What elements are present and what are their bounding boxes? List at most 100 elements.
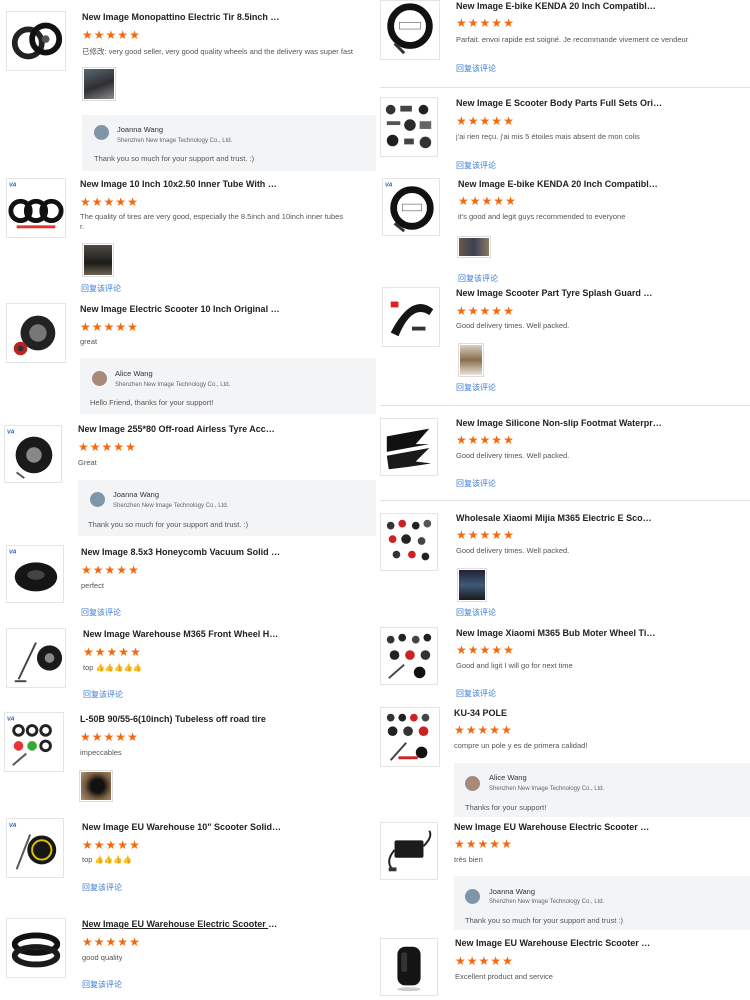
review-product-title[interactable]: New Image EU Warehouse 10" Scooter Solid… [82, 822, 282, 832]
review-text: Excellent product and service [455, 972, 553, 981]
star-rating: ★ ★ ★ ★ ★ [454, 837, 512, 851]
reply-company: Shenzhen New Image Technology Co., Ltd. [115, 382, 231, 388]
star-rating: ★ ★ ★ ★ ★ [82, 935, 140, 949]
product-thumbnail[interactable] [380, 938, 438, 996]
reply-comment-link[interactable]: 回复该评论 [458, 273, 498, 284]
review-product-title[interactable]: New Image 8.5x3 Honeycomb Vacuum Solid T… [81, 547, 281, 557]
review-photo[interactable] [79, 770, 113, 802]
product-thumbnail[interactable] [380, 707, 440, 767]
reply-company: Shenzhen New Image Technology Co., Ltd. [489, 786, 605, 792]
reply-comment-link[interactable]: 回复该评论 [456, 688, 496, 699]
review-divider [380, 405, 750, 406]
avatar [94, 125, 109, 140]
reply-comment-link[interactable]: 回复该评论 [456, 478, 496, 489]
review-text: perfect [81, 581, 104, 590]
review-product-title[interactable]: New Image Warehouse M365 Front Wheel Hub… [83, 629, 283, 639]
body-parts-set-icon [385, 104, 432, 149]
review-text: très bien [454, 855, 483, 864]
review-product-title[interactable]: New Image E Scooter Body Parts Full Sets… [456, 98, 666, 108]
reply-company: Shenzhen New Image Technology Co., Ltd. [489, 899, 605, 905]
product-thumbnail[interactable] [380, 0, 440, 60]
product-thumbnail[interactable] [6, 11, 66, 71]
review-photo[interactable] [82, 67, 116, 101]
avatar [465, 776, 480, 791]
review-text: Good delivery times. Well packed. [456, 546, 570, 555]
star-rating: ★ ★ ★ ★ ★ [80, 195, 138, 209]
reply-author: Alice Wang [489, 773, 527, 782]
reply-comment-link[interactable]: 回复该评论 [456, 607, 496, 618]
reply-comment-link[interactable]: 回复该评论 [82, 979, 122, 990]
review-product-title[interactable]: New Image Electric Scooter 10 Inch Origi… [80, 304, 280, 314]
reply-comment-link[interactable]: 回复该评论 [81, 283, 121, 294]
product-thumbnail[interactable] [6, 628, 66, 688]
product-thumbnail[interactable]: VA [382, 178, 440, 236]
footmat-icon [386, 428, 432, 470]
review-product-title[interactable]: New Image E-bike KENDA 20 Inch Compatibl… [458, 179, 658, 189]
reply-comment-link[interactable]: 回复该评论 [456, 160, 496, 171]
bike-tire-icon: VA [385, 183, 434, 233]
product-thumbnail[interactable] [380, 627, 438, 685]
seller-reply: Joanna Wang Shenzhen New Image Technolog… [82, 115, 376, 171]
reply-comment-link[interactable]: 回复该评论 [81, 607, 121, 618]
honeycomb-tire-icon: VA [9, 550, 58, 592]
review-divider [380, 500, 750, 501]
star-rating: ★ ★ ★ ★ ★ [81, 563, 139, 577]
product-thumbnail[interactable]: VA [6, 178, 66, 238]
review-product-title[interactable]: New Image Monopattino Electric Tir 8.5in… [82, 12, 282, 22]
reply-comment-link[interactable]: 回复该评论 [82, 882, 122, 893]
review-photo[interactable] [458, 343, 484, 377]
review-product-title[interactable]: New Image 10 Inch 10x2.50 Inner Tube Wit… [80, 179, 280, 189]
review-product-title[interactable]: KU-34 POLE [454, 708, 654, 718]
star-rating: ★ ★ ★ ★ ★ [456, 433, 514, 447]
scooter-wheel-icon [13, 315, 56, 356]
product-thumbnail[interactable] [380, 97, 438, 157]
review-product-title[interactable]: New Image Silicone Non-slip Footmat Wate… [456, 418, 666, 428]
product-thumbnail[interactable]: VA [6, 545, 64, 603]
star-rating: ★ ★ ★ ★ ★ [456, 114, 514, 128]
scooter-tire-icon [11, 22, 63, 60]
product-thumbnail[interactable]: VA [4, 712, 64, 772]
review-text: great [80, 337, 98, 346]
review-photo[interactable] [82, 243, 114, 277]
star-rating: ★ ★ ★ ★ ★ [458, 194, 516, 208]
reply-company: Shenzhen New Image Technology Co., Ltd. [113, 503, 229, 509]
review-product-title[interactable]: New Image EU Warehouse Electric Scooter … [82, 919, 282, 929]
avatar [92, 371, 107, 386]
review-product-title[interactable]: New Image Xiaomi M365 Bub Moter Wheel Ti… [456, 628, 656, 638]
review-product-title[interactable]: L-50B 90/55-6(10inch) Tubeless off road … [80, 714, 280, 724]
product-thumbnail[interactable]: VA [6, 818, 64, 878]
review-product-title[interactable]: Wholesale Xiaomi Mijia M365 Electric E S… [456, 513, 656, 523]
review-product-title[interactable]: New Image EU Warehouse Electric Scooter … [454, 822, 654, 832]
review-product-title[interactable]: New Image 255*80 Off-road Airless Tyre A… [78, 424, 278, 434]
review-product-title[interactable]: New Image EU Warehouse Electric Scooter … [455, 938, 655, 948]
review-photo[interactable] [457, 236, 491, 258]
product-thumbnail[interactable] [380, 513, 438, 571]
product-thumbnail[interactable] [382, 287, 440, 347]
review-product-title[interactable]: New Image Scooter Part Tyre Splash Guard… [456, 288, 656, 298]
review-text: Great [78, 458, 97, 467]
product-thumbnail[interactable] [380, 418, 438, 476]
svg-text:VA: VA [9, 550, 17, 556]
star-rating: ★ ★ ★ ★ ★ [78, 440, 136, 454]
reply-comment-link[interactable]: 回复该评论 [456, 63, 496, 74]
product-thumbnail[interactable] [6, 303, 66, 363]
seller-reply: Joanna Wang Shenzhen New Image Technolog… [454, 876, 750, 930]
review-text: The quality of tires are very good, espe… [80, 212, 344, 221]
reply-comment-link[interactable]: 回复该评论 [456, 382, 496, 393]
review-photo[interactable] [457, 568, 487, 602]
svg-text:VA: VA [9, 823, 17, 829]
review-product-title[interactable]: New Image E-bike KENDA 20 Inch Compatibl… [456, 1, 656, 11]
scooter-pole-icon [386, 713, 430, 761]
reply-text: Hello Friend, thanks for your support! [90, 398, 214, 407]
reply-comment-link[interactable]: 回复该评论 [83, 689, 123, 700]
product-thumbnail[interactable] [6, 918, 66, 978]
reply-author: Joanna Wang [113, 490, 160, 499]
product-thumbnail[interactable]: VA [4, 425, 62, 483]
inner-tube-icon: VA [8, 183, 64, 229]
review-text: Good and ligit I will go for next time [456, 661, 573, 670]
charger-icon [388, 830, 432, 872]
scooter-wheel-hub-icon [14, 642, 63, 683]
review-text-continued: r. [80, 222, 85, 231]
product-thumbnail[interactable] [380, 822, 438, 880]
review-text: 已修改: very good seller, very good quality… [82, 47, 353, 56]
